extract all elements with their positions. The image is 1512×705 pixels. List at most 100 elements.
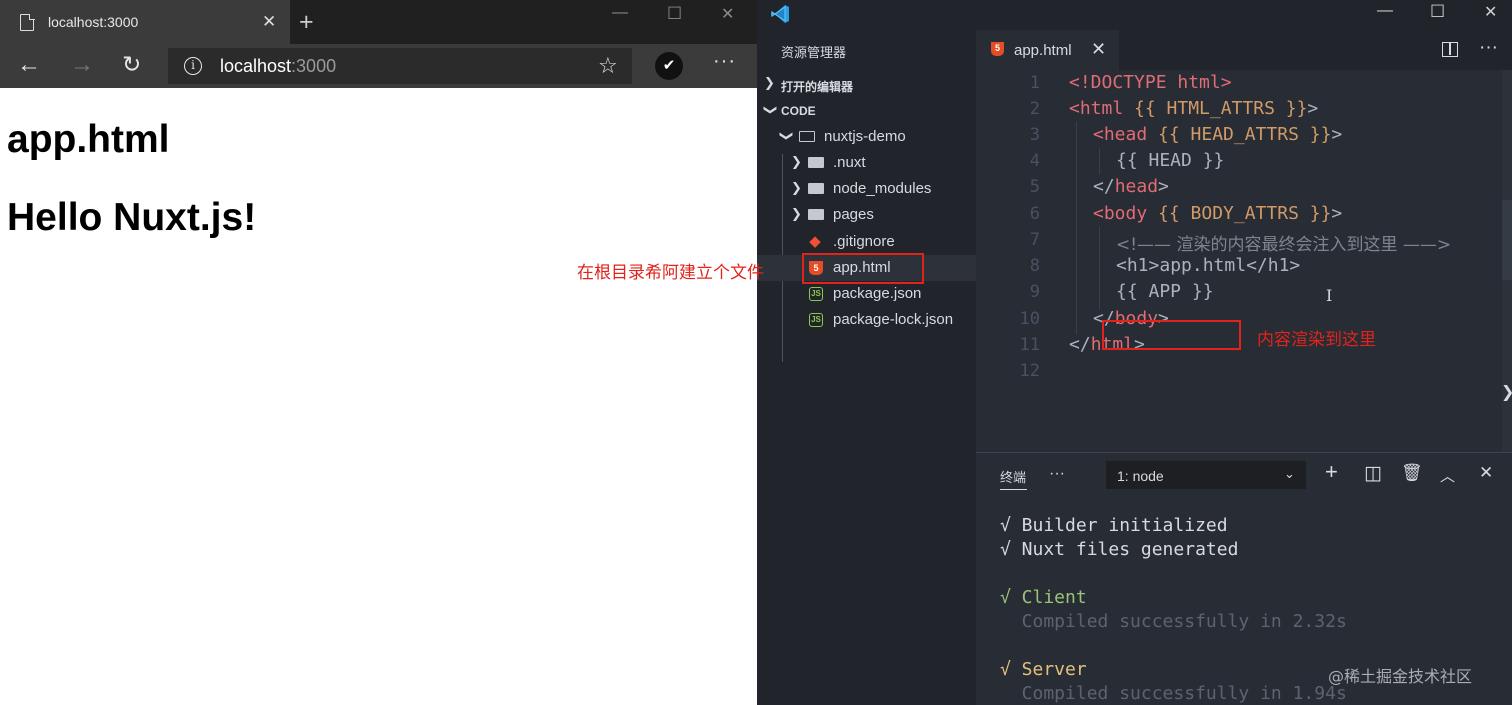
chevron-down-icon: ⌄: [1284, 466, 1295, 481]
info-icon[interactable]: i: [184, 57, 202, 75]
indent-guide: [1099, 148, 1100, 174]
indent-guide: [1076, 122, 1077, 334]
url-host: localhost: [220, 56, 292, 76]
trash-icon[interactable]: 🗑: [1401, 463, 1423, 483]
minimize-icon[interactable]: —: [612, 4, 628, 22]
vscode-title-bar: — ☐ ✕: [757, 0, 1512, 30]
close-tab-icon[interactable]: ✕: [1091, 39, 1106, 60]
tree-item-label: pages: [833, 206, 874, 223]
code-token: <head: [1093, 124, 1148, 145]
code-line-1: <!DOCTYPE html>: [1069, 72, 1232, 93]
browser-tab-title: localhost:3000: [48, 14, 139, 30]
browser-window: localhost:3000 ✕ + — ☐ ✕ ← → ↻ i localho…: [0, 0, 757, 705]
split-editor-icon[interactable]: [1442, 42, 1458, 57]
open-editors-section[interactable]: ❯ 打开的编辑器: [757, 74, 976, 96]
screen: localhost:3000 ✕ + — ☐ ✕ ← → ↻ i localho…: [0, 0, 1512, 705]
code-line-9: {{ APP }}: [1116, 281, 1214, 302]
url-text[interactable]: localhost:3000: [220, 56, 336, 77]
more-options-icon[interactable]: ···: [713, 50, 736, 73]
tree-item-nuxt[interactable]: ❯ .nuxt: [757, 150, 976, 176]
code-token: >: [1331, 124, 1343, 145]
text-cursor-icon: I: [1326, 286, 1333, 305]
folder-icon: [808, 183, 824, 194]
close-panel-icon[interactable]: ✕: [1479, 463, 1493, 483]
tree-item-pages[interactable]: ❯ pages: [757, 202, 976, 228]
code-area[interactable]: 1 2 3 4 5 6 7 8 9 10 11 12 <!DOCTYPE htm…: [976, 70, 1512, 452]
tree-item-package-json[interactable]: JS package.json: [757, 281, 976, 307]
chevron-right-icon: ❯: [791, 180, 802, 195]
terminal-select-value: 1: node: [1117, 468, 1164, 484]
page-heading-app: app.html: [7, 118, 170, 161]
more-icon[interactable]: ···: [1049, 465, 1065, 483]
add-terminal-icon[interactable]: +: [1325, 459, 1338, 485]
tab-terminal[interactable]: 终端: [1000, 467, 1026, 486]
tree-item-label: .nuxt: [833, 154, 866, 171]
new-tab-icon[interactable]: +: [299, 8, 314, 37]
html5-icon: 5: [991, 42, 1004, 56]
tree-item-label: nuxtjs-demo: [824, 128, 906, 145]
vscode-maximize-icon[interactable]: ☐: [1430, 2, 1445, 22]
close-tab-icon[interactable]: ✕: [262, 12, 276, 32]
nodejs-icon: JS: [809, 313, 823, 327]
line-number: 8: [1029, 256, 1040, 276]
line-number: 11: [1019, 335, 1040, 355]
maximize-icon[interactable]: ☐: [667, 4, 682, 24]
code-token: <html: [1069, 98, 1124, 119]
code-token: <!DOCTYPE html>: [1069, 72, 1232, 93]
git-icon: ◆: [809, 233, 821, 250]
annotation-render-here: 内容渲染到这里: [1257, 330, 1376, 350]
code-token: {{ HEAD }}: [1116, 150, 1225, 171]
code-line-8: <h1>app.html</h1>: [1116, 255, 1300, 276]
tree-item-label: .gitignore: [833, 233, 895, 250]
browser-tab-bar: localhost:3000 ✕ + — ☐ ✕: [0, 0, 757, 44]
extension-icon[interactable]: ✔: [655, 52, 683, 80]
folder-open-icon: [799, 131, 815, 142]
explorer-title: 资源管理器: [781, 45, 847, 60]
terminal-line: √ Builder initialized: [1000, 515, 1228, 536]
tree-item-nuxtjs-demo[interactable]: ❯ nuxtjs-demo: [757, 124, 976, 150]
code-token: >: [1307, 98, 1319, 119]
code-token: {{ BODY_ATTRS }}: [1147, 203, 1332, 224]
code-token: </h1>: [1246, 255, 1301, 276]
browser-tab[interactable]: localhost:3000 ✕: [0, 0, 290, 44]
chevron-down-icon: ❯: [763, 104, 779, 116]
code-token: >: [1331, 203, 1343, 224]
code-token: {{ APP }}: [1116, 281, 1214, 302]
highlight-box-app-html: [802, 253, 924, 284]
code-token: head: [1114, 176, 1159, 197]
workspace-section[interactable]: ❯ CODE: [757, 100, 976, 122]
tree-item-gitignore[interactable]: ◆ .gitignore: [757, 229, 976, 255]
code-line-6: <body {{ BODY_ATTRS }}>: [1093, 203, 1342, 224]
tree-item-label: package.json: [833, 285, 922, 302]
more-actions-icon[interactable]: ···: [1479, 37, 1498, 59]
vscode-close-icon[interactable]: ✕: [1484, 2, 1497, 22]
active-tab-indicator: [1000, 489, 1027, 490]
tree-item-label: node_modules: [833, 180, 932, 197]
refresh-icon[interactable]: ↻: [122, 51, 141, 78]
page-content: app.html Hello Nuxt.js!: [0, 88, 757, 705]
explorer-sidebar: 资源管理器 ❯ 打开的编辑器 ❯ CODE ❯ nuxtjs-demo ❯ .n…: [757, 30, 976, 705]
back-arrow-icon[interactable]: ←: [17, 51, 41, 79]
code-line-7: <!—— 渲染的内容最终会注入到这里 ——>: [1116, 230, 1451, 255]
watermark: @稀土掘金技术社区: [1328, 667, 1473, 686]
tree-item-package-lock-json[interactable]: JS package-lock.json: [757, 307, 976, 333]
terminal-select[interactable]: 1: node ⌄: [1106, 461, 1306, 489]
editor-tab-app-html[interactable]: 5 app.html ✕: [976, 30, 1119, 70]
chevron-up-icon[interactable]: ︿: [1440, 465, 1455, 486]
editor-group: 5 app.html ✕ ··· 1 2 3 4 5 6 7 8 9 10 11…: [976, 30, 1512, 452]
line-number: 3: [1029, 125, 1040, 145]
vscode-logo-icon: [771, 5, 789, 23]
forward-arrow-icon[interactable]: →: [70, 51, 94, 79]
split-terminal-icon[interactable]: ◫: [1364, 462, 1382, 485]
folder-icon: [808, 157, 824, 168]
scrollbar-thumb[interactable]: [1502, 200, 1512, 280]
vscode-minimize-icon[interactable]: —: [1377, 2, 1393, 20]
close-window-icon[interactable]: ✕: [721, 4, 734, 24]
highlight-box-app-placeholder: [1102, 320, 1241, 350]
open-editors-label: 打开的编辑器: [781, 80, 854, 94]
chevron-right-icon[interactable]: ❯: [1501, 382, 1512, 402]
line-number: 12: [1019, 361, 1040, 381]
tree-item-node-modules[interactable]: ❯ node_modules: [757, 176, 976, 202]
chevron-down-icon: ❯: [779, 130, 795, 142]
favorite-star-icon[interactable]: ☆: [598, 53, 618, 79]
